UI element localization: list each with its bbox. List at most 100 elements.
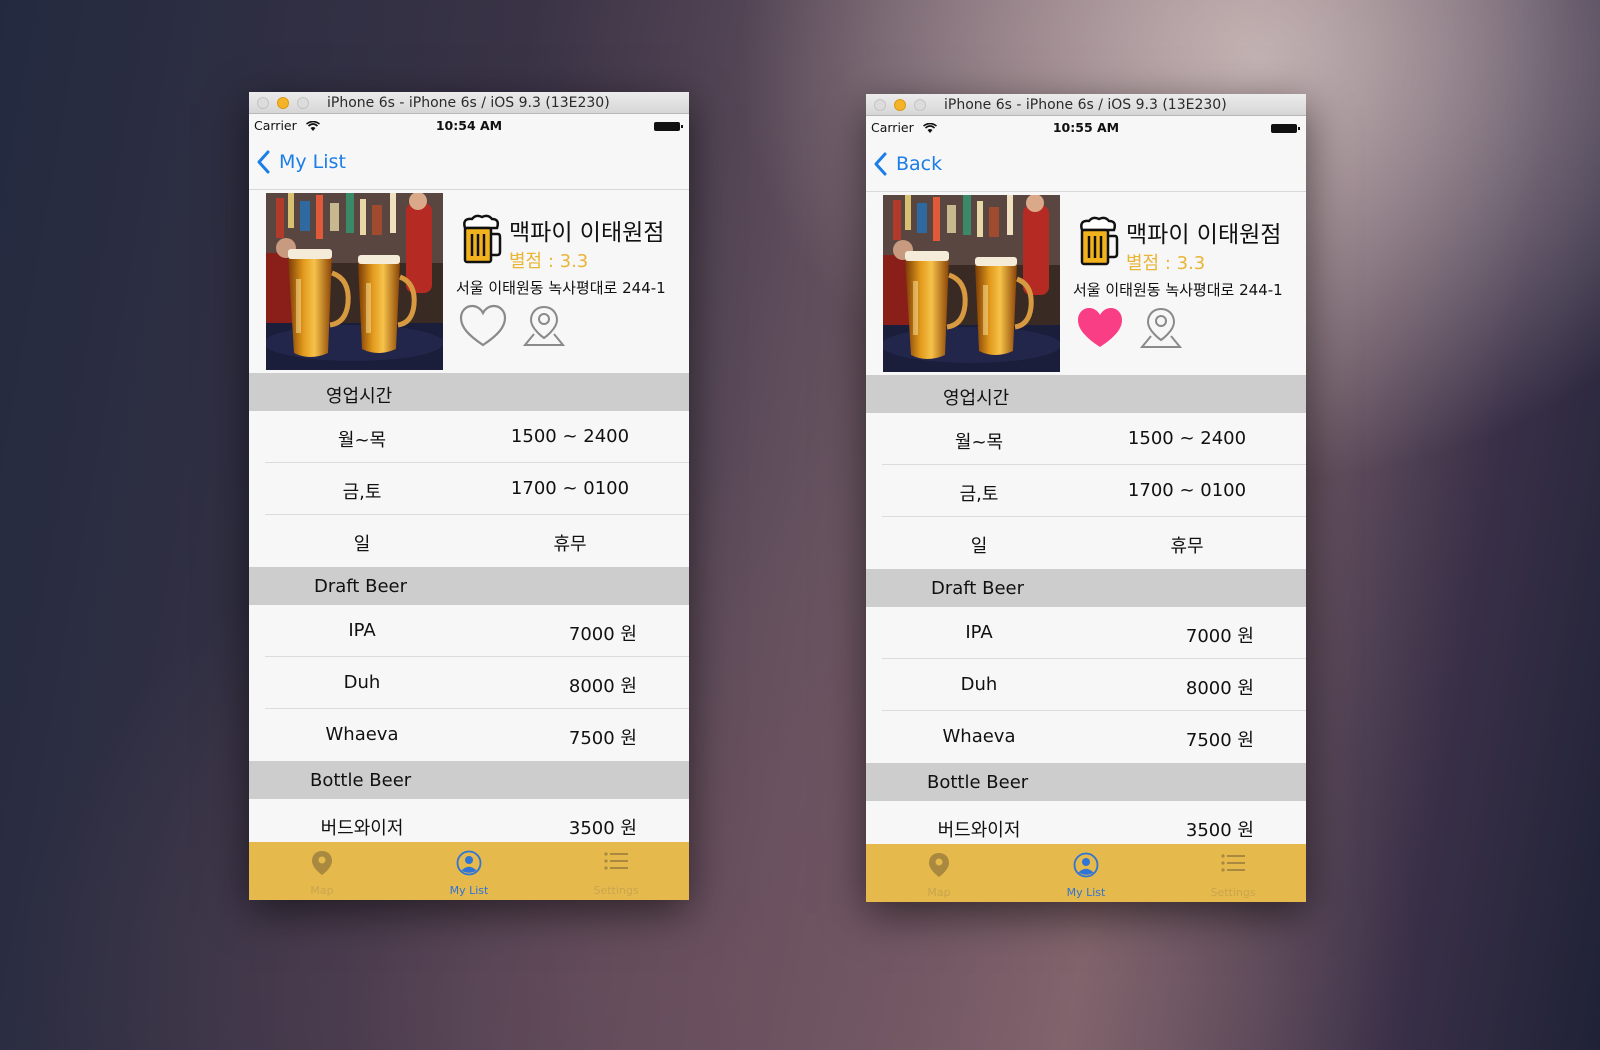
rating-label: 별점 : 3.3 — [1126, 253, 1206, 274]
shop-name: 맥파이 이태원점 — [509, 220, 665, 246]
beer-price: 8000 원 — [568, 676, 637, 697]
status-time: 10:54 AM — [435, 118, 503, 133]
beer-price: 7000 원 — [1185, 626, 1254, 647]
section-header: Draft Beer — [866, 569, 1306, 607]
person-icon — [456, 850, 482, 880]
rating-label: 별점 : 3.3 — [509, 251, 589, 272]
back-chevron-icon[interactable] — [256, 150, 270, 178]
shop-name: 맥파이 이태원점 — [1126, 222, 1282, 248]
beer-mug-icon — [1077, 216, 1119, 272]
beer-row[interactable]: IPA 7000 원 — [866, 607, 1306, 659]
navigation-bar: My List — [249, 134, 689, 190]
beer-row[interactable]: Whaeva 7500 원 — [866, 711, 1306, 763]
beer-name: Duh — [343, 672, 381, 693]
hours-day: 금,토 — [959, 484, 999, 505]
hours-row[interactable]: 일 휴무 — [249, 515, 689, 567]
back-button[interactable]: Back — [896, 153, 942, 175]
beer-row[interactable]: IPA 7000 원 — [249, 605, 689, 657]
map-pin-icon — [310, 850, 334, 880]
tab-map[interactable]: Map — [866, 844, 1012, 902]
zoom-window-button[interactable] — [914, 99, 926, 111]
hours-day: 월~목 — [337, 430, 387, 451]
tab-label: My List — [449, 884, 489, 897]
beer-price: 3500 원 — [1185, 820, 1254, 841]
beer-mug-icon — [460, 214, 502, 270]
close-window-button[interactable] — [874, 99, 886, 111]
battery-icon — [654, 122, 683, 131]
beer-row[interactable]: Duh 8000 원 — [866, 659, 1306, 711]
beer-price: 7500 원 — [1185, 730, 1254, 751]
tab-label: Settings — [593, 884, 639, 897]
beer-row[interactable]: Whaeva 7500 원 — [249, 709, 689, 761]
zoom-window-button[interactable] — [297, 97, 309, 109]
section-header-label: Draft Beer — [931, 578, 1024, 599]
tab-map[interactable]: Map — [249, 842, 395, 900]
beer-price: 8000 원 — [1185, 678, 1254, 699]
hours-day: 일 — [353, 534, 371, 555]
address-label: 서울 이태원동 녹사평대로 244-1 — [456, 279, 666, 297]
hours-time: 휴무 — [1170, 536, 1204, 557]
section-header: Bottle Beer — [866, 763, 1306, 801]
status-time: 10:55 AM — [1052, 120, 1120, 135]
tab-settings[interactable]: Settings — [1160, 844, 1306, 902]
hours-row[interactable]: 월~목 1500 ~ 2400 — [249, 411, 689, 463]
back-chevron-icon[interactable] — [873, 152, 887, 180]
beer-name: 버드와이저 — [937, 820, 1021, 841]
section-header-label: 영업시간 — [943, 388, 1010, 409]
section-header-label: Bottle Beer — [927, 772, 1029, 793]
section-header: Bottle Beer — [249, 761, 689, 799]
simulator-window: iPhone 6s - iPhone 6s / iOS 9.3 (13E230)… — [866, 94, 1306, 902]
person-icon — [1073, 852, 1099, 882]
info-table: 영업시간 월~목 1500 ~ 2400 금,토 1700 ~ 0100 일 휴… — [866, 375, 1306, 853]
beer-name: Whaeva — [325, 724, 399, 745]
hours-row[interactable]: 금,토 1700 ~ 0100 — [249, 463, 689, 515]
simulator-window: iPhone 6s - iPhone 6s / iOS 9.3 (13E230)… — [249, 92, 689, 900]
tab-bar: Map My List Settings — [249, 842, 689, 900]
simulator-titlebar: iPhone 6s - iPhone 6s / iOS 9.3 (13E230) — [249, 92, 689, 114]
hours-row[interactable]: 월~목 1500 ~ 2400 — [866, 413, 1306, 465]
hours-row[interactable]: 금,토 1700 ~ 0100 — [866, 465, 1306, 517]
navigation-bar: Back — [866, 136, 1306, 192]
tab-label: Settings — [1210, 886, 1256, 899]
section-header-label: 영업시간 — [326, 386, 393, 407]
section-header-label: Bottle Beer — [310, 770, 412, 791]
hours-time: 1500 ~ 2400 — [510, 426, 630, 447]
section-header: 영업시간 — [249, 373, 689, 411]
hours-time: 1700 ~ 0100 — [1127, 480, 1247, 501]
beer-name: Whaeva — [942, 726, 1016, 747]
hours-row[interactable]: 일 휴무 — [866, 517, 1306, 569]
tab-settings[interactable]: Settings — [543, 842, 689, 900]
location-pin-icon[interactable] — [1139, 306, 1183, 354]
status-bar: Carrier 10:55 AM — [866, 116, 1306, 136]
location-pin-icon[interactable] — [522, 304, 566, 352]
tab-my-list[interactable]: My List — [396, 842, 542, 900]
hours-time: 1500 ~ 2400 — [1127, 428, 1247, 449]
pub-photo — [883, 195, 1060, 372]
list-icon — [1220, 852, 1246, 878]
beer-row[interactable]: Duh 8000 원 — [249, 657, 689, 709]
info-table: 영업시간 월~목 1500 ~ 2400 금,토 1700 ~ 0100 일 휴… — [249, 373, 689, 851]
beer-name: Duh — [960, 674, 998, 695]
window-title: iPhone 6s - iPhone 6s / iOS 9.3 (13E230) — [327, 95, 610, 111]
beer-name: 버드와이저 — [320, 818, 404, 839]
hours-day: 월~목 — [954, 432, 1004, 453]
pub-photo — [266, 193, 443, 370]
back-button[interactable]: My List — [279, 151, 346, 173]
beer-name: IPA — [965, 622, 993, 643]
heart-outline-icon[interactable] — [458, 303, 508, 353]
tab-label: Map — [927, 886, 951, 899]
list-icon — [603, 850, 629, 876]
window-title: iPhone 6s - iPhone 6s / iOS 9.3 (13E230) — [944, 97, 1227, 113]
address-label: 서울 이태원동 녹사평대로 244-1 — [1073, 281, 1283, 299]
beer-price: 3500 원 — [568, 818, 637, 839]
section-header: Draft Beer — [249, 567, 689, 605]
status-bar: Carrier 10:54 AM — [249, 114, 689, 134]
tab-my-list[interactable]: My List — [1013, 844, 1159, 902]
tab-label: My List — [1066, 886, 1106, 899]
minimize-window-button[interactable] — [277, 97, 289, 109]
heart-filled-icon[interactable] — [1075, 305, 1125, 355]
close-window-button[interactable] — [257, 97, 269, 109]
minimize-window-button[interactable] — [894, 99, 906, 111]
section-header: 영업시간 — [866, 375, 1306, 413]
simulator-titlebar: iPhone 6s - iPhone 6s / iOS 9.3 (13E230) — [866, 94, 1306, 116]
